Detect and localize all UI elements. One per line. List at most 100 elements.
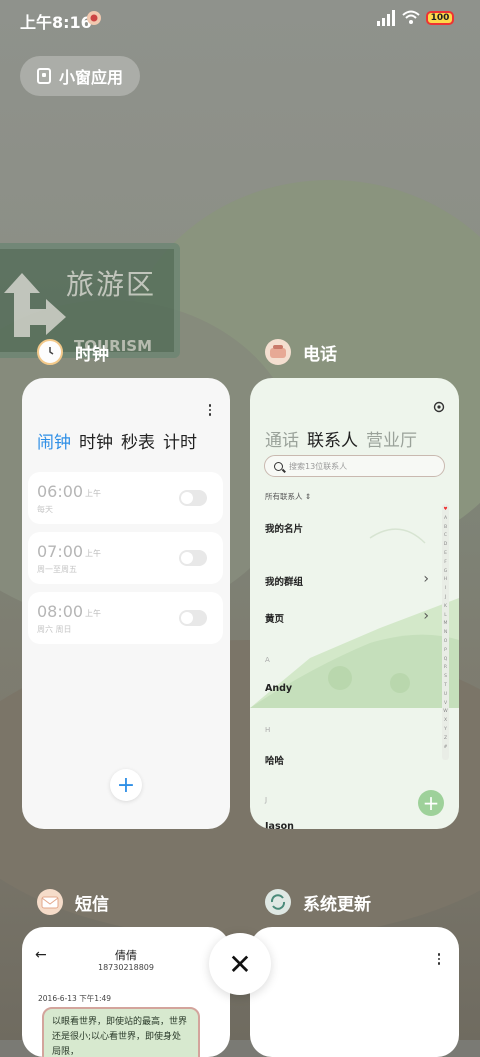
notification-icon: [87, 11, 101, 25]
alphabet-index-letter[interactable]: G: [444, 568, 448, 577]
alphabet-index-letter[interactable]: V: [444, 700, 447, 709]
more-menu-icon[interactable]: [437, 953, 441, 965]
alphabet-index-letter[interactable]: Q: [444, 656, 448, 665]
contacts-filter[interactable]: 所有联系人 ⇕: [265, 491, 311, 502]
contacts-search-input[interactable]: 搜索13位联系人: [264, 455, 445, 477]
floating-window-icon: [37, 68, 51, 84]
clock-tabs: 闹钟 时钟 秒表 计时: [37, 428, 197, 453]
update-app-icon: [265, 889, 291, 915]
add-alarm-button[interactable]: +: [110, 769, 142, 801]
section-letter: J: [265, 796, 268, 804]
my-groups-row[interactable]: 我的群组: [265, 574, 303, 588]
tab-service-hall[interactable]: 营业厅: [366, 426, 417, 451]
phone-app-name: 电话: [303, 344, 337, 365]
alarm-ampm: 上午: [85, 489, 101, 498]
status-time: 上午8:16: [20, 13, 92, 32]
alarm-time: 06:00: [37, 482, 84, 501]
alarm-toggle[interactable]: [179, 490, 207, 506]
alphabet-index-letter[interactable]: K: [444, 603, 447, 612]
alphabet-index-letter[interactable]: U: [444, 691, 447, 700]
update-app-header[interactable]: 系统更新: [265, 889, 371, 915]
alarm-toggle[interactable]: [179, 610, 207, 626]
alarm-repeat: 周六 周日: [37, 625, 72, 634]
alphabet-index-letter[interactable]: S: [444, 673, 447, 682]
alphabet-index-letter[interactable]: C: [444, 532, 447, 541]
alphabet-index-letter[interactable]: O: [444, 638, 448, 647]
phone-app-icon: [265, 339, 291, 365]
tab-alarm[interactable]: 闹钟: [37, 428, 71, 453]
alphabet-index-letter[interactable]: Z: [444, 735, 447, 744]
alarm-ampm: 上午: [85, 549, 101, 558]
chevron-right-icon: ›: [423, 571, 429, 587]
alphabet-index-letter[interactable]: L: [444, 612, 447, 621]
alphabet-index-letter[interactable]: E: [444, 550, 447, 559]
sms-app-name: 短信: [75, 894, 109, 915]
alarm-ampm: 上午: [85, 609, 101, 618]
settings-icon[interactable]: [433, 401, 445, 413]
alarm-item[interactable]: 08:00 上午 周六 周日: [28, 592, 223, 644]
clock-app-icon: [37, 339, 63, 365]
contact-row[interactable]: Andy: [265, 683, 292, 694]
clock-app-card[interactable]: 闹钟 时钟 秒表 计时 06:00 上午 每天 07:00 上午 周一至周五 0…: [22, 378, 230, 829]
clock-app-name: 时钟: [75, 344, 109, 365]
wallpaper-sign-text: 旅游区: [66, 268, 157, 301]
arrow-icon: [4, 273, 66, 337]
sms-app-header[interactable]: 短信: [37, 889, 109, 915]
alphabet-index[interactable]: ♥ A B C D E F G H I J K L M N O P Q R S T U V W X Y Z #: [442, 504, 449, 760]
alphabet-index-letter[interactable]: M: [444, 620, 448, 629]
section-letter: H: [265, 726, 271, 734]
wifi-icon: [402, 10, 420, 24]
alphabet-index-letter[interactable]: N: [444, 629, 447, 638]
alarm-toggle[interactable]: [179, 550, 207, 566]
alphabet-index-letter[interactable]: Y: [444, 726, 447, 735]
status-bar: 上午8:16 100: [0, 0, 480, 38]
alarm-item[interactable]: 07:00 上午 周一至周五: [28, 532, 223, 584]
alphabet-index-letter[interactable]: I: [445, 585, 446, 594]
battery-icon: 100: [426, 11, 454, 25]
sms-date: 2016-6-13 下午1:49: [38, 994, 112, 1003]
alphabet-index-letter[interactable]: J: [445, 594, 446, 603]
contacts-filter-label: 所有联系人: [265, 492, 303, 501]
tab-timer[interactable]: 计时: [163, 428, 197, 453]
contact-row[interactable]: Jason: [265, 821, 294, 829]
status-icons: 100: [376, 10, 454, 26]
phone-app-card[interactable]: 通话 联系人 营业厅 搜索13位联系人 所有联系人 ⇕ 我的名片 我的群组 › …: [250, 378, 459, 829]
alphabet-index-letter[interactable]: A: [444, 515, 447, 524]
tab-calls[interactable]: 通话: [265, 426, 299, 451]
alphabet-index-letter[interactable]: B: [444, 524, 447, 533]
clock-app-header[interactable]: 时钟: [37, 339, 109, 365]
yellow-pages-row[interactable]: 黄页: [265, 611, 284, 625]
update-app-name: 系统更新: [303, 894, 371, 915]
section-letter: A: [265, 656, 270, 664]
floating-window-button[interactable]: 小窗应用: [20, 56, 140, 96]
sms-app-card[interactable]: ← 倩倩 18730218809 2016-6-13 下午1:49 以眼看世界，…: [22, 927, 230, 1057]
alphabet-index-letter[interactable]: W: [443, 708, 447, 717]
tab-stopwatch[interactable]: 秒表: [121, 428, 155, 453]
alphabet-index-letter[interactable]: H: [444, 576, 447, 585]
alphabet-index-letter[interactable]: R: [444, 664, 447, 673]
more-menu-icon[interactable]: [208, 404, 212, 416]
alphabet-index-letter[interactable]: D: [444, 541, 447, 550]
phone-tabs: 通话 联系人 营业厅: [265, 426, 417, 451]
search-icon: [274, 461, 283, 471]
update-app-card[interactable]: [250, 927, 459, 1057]
sms-contact-name: 倩倩: [115, 949, 137, 962]
contact-row[interactable]: 哈哈: [265, 753, 284, 767]
alphabet-index-letter[interactable]: X: [444, 717, 447, 726]
alphabet-index-letter[interactable]: T: [444, 682, 447, 691]
floating-window-label: 小窗应用: [59, 68, 124, 87]
search-placeholder: 搜索13位联系人: [289, 461, 348, 471]
my-card-row[interactable]: 我的名片: [265, 521, 303, 535]
phone-app-header[interactable]: 电话: [265, 339, 337, 365]
alphabet-index-letter[interactable]: F: [444, 559, 447, 568]
alarm-time: 08:00: [37, 602, 84, 621]
sms-app-icon: [37, 889, 63, 915]
tab-contacts[interactable]: 联系人: [307, 426, 358, 451]
close-all-button[interactable]: ✕: [209, 933, 271, 995]
add-contact-button[interactable]: +: [418, 790, 444, 816]
alphabet-index-letter[interactable]: #: [444, 744, 448, 753]
alphabet-index-letter[interactable]: P: [444, 647, 447, 656]
tab-clock[interactable]: 时钟: [79, 428, 113, 453]
alarm-item[interactable]: 06:00 上午 每天: [28, 472, 223, 524]
alphabet-index-letter[interactable]: ♥: [443, 506, 447, 515]
